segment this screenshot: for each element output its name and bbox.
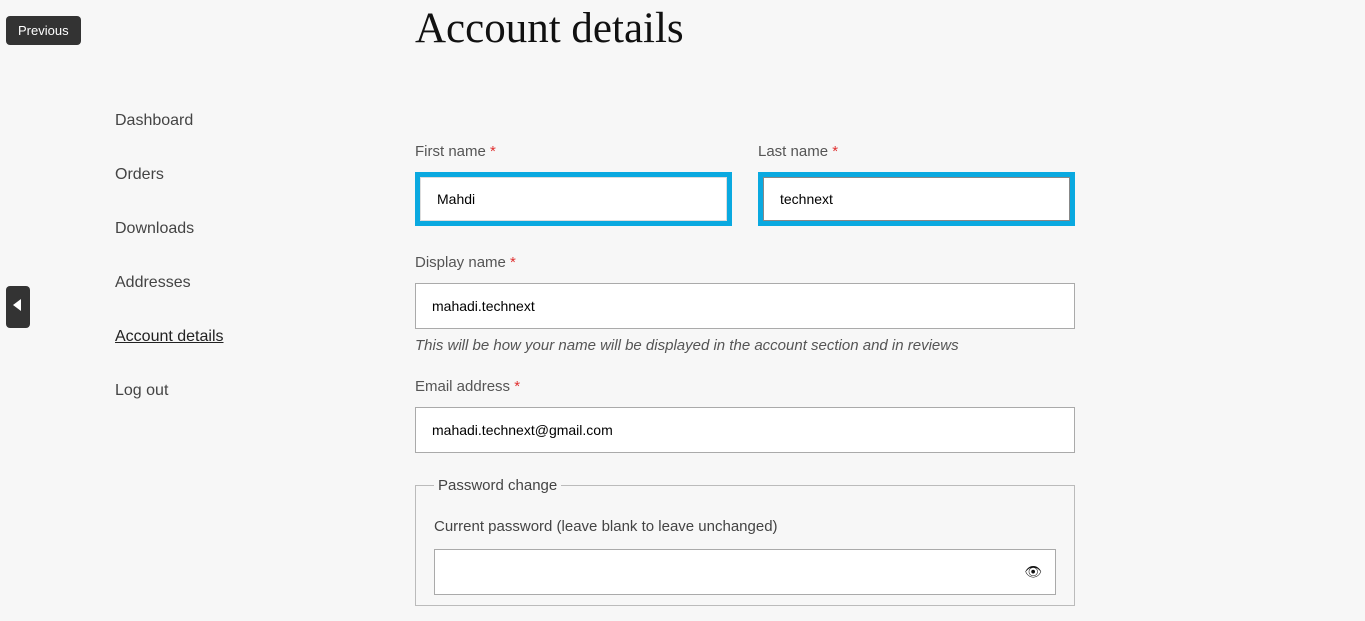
side-expand-tab[interactable]: [6, 286, 30, 328]
display-name-hint: This will be how your name will be displ…: [415, 337, 1075, 354]
sidebar-item-addresses[interactable]: Addresses: [115, 274, 415, 292]
password-change-legend: Password change: [434, 477, 561, 494]
page-title: Account details: [415, 4, 1075, 53]
email-label: Email address *: [415, 378, 1075, 395]
triangle-left-icon: [13, 298, 23, 316]
required-marker: *: [832, 143, 838, 160]
first-name-label: First name *: [415, 143, 732, 160]
current-password-label: Current password (leave blank to leave u…: [434, 518, 1056, 535]
last-name-highlight: [758, 172, 1075, 226]
sidebar-item-downloads[interactable]: Downloads: [115, 220, 415, 238]
last-name-label: Last name *: [758, 143, 1075, 160]
display-name-input[interactable]: [415, 283, 1075, 329]
first-name-highlight: [415, 172, 732, 226]
sidebar-item-log-out[interactable]: Log out: [115, 382, 415, 400]
required-marker: *: [514, 378, 520, 395]
main-content: Account details First name * Last name *: [415, 0, 1115, 606]
previous-button[interactable]: Previous: [6, 16, 81, 45]
current-password-input[interactable]: [434, 549, 1056, 595]
password-change-fieldset: Password change Current password (leave …: [415, 477, 1075, 606]
required-marker: *: [510, 254, 516, 271]
sidebar-item-account-details[interactable]: Account details: [115, 328, 415, 346]
display-name-label: Display name *: [415, 254, 1075, 271]
sidebar-item-orders[interactable]: Orders: [115, 166, 415, 184]
sidebar-item-dashboard[interactable]: Dashboard: [115, 112, 415, 130]
first-name-input[interactable]: [420, 177, 727, 221]
email-input[interactable]: [415, 407, 1075, 453]
account-sidebar: Dashboard Orders Downloads Addresses Acc…: [115, 0, 415, 606]
eye-icon[interactable]: 👁: [1024, 564, 1042, 581]
required-marker: *: [490, 143, 496, 160]
last-name-input[interactable]: [763, 177, 1070, 221]
